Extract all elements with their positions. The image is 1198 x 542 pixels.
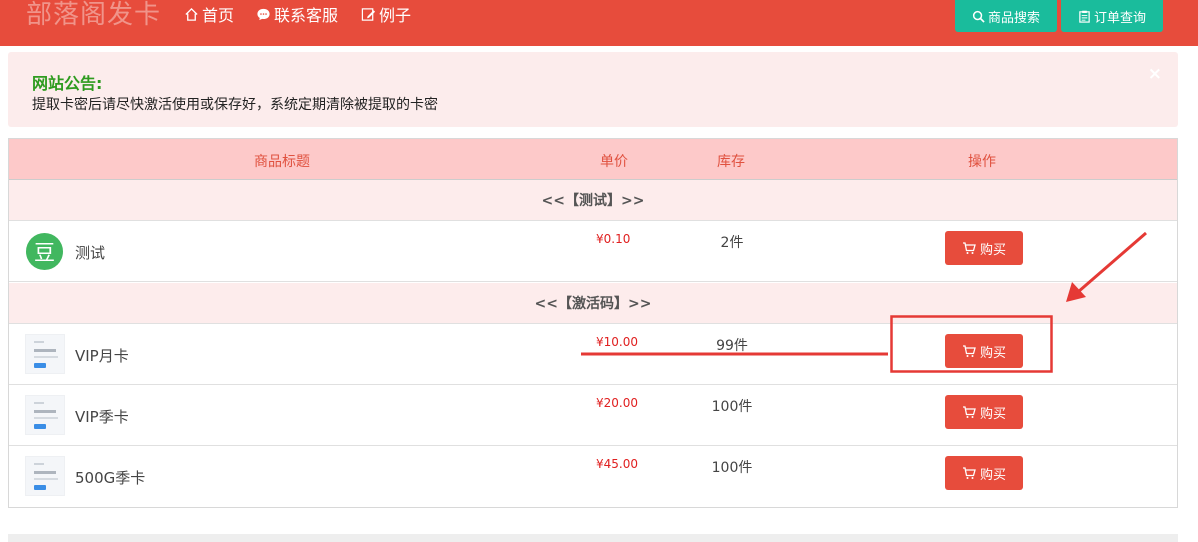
product-table: 商品标题 单价 库存 操作 <<【测试】>> 豆 测试 ¥0.10 2件 购买 … — [8, 138, 1178, 508]
product-name[interactable]: VIP季卡 — [75, 406, 129, 427]
nav-contact-link[interactable]: 联系客服 — [256, 3, 338, 25]
product-thumbnail — [25, 395, 65, 435]
edit-icon — [361, 7, 376, 21]
announcement-panel: 网站公告: 提取卡密后请尽快激活使用或保存好，系统定期清除被提取的卡密 × — [8, 52, 1178, 127]
header-price: 单价 — [600, 154, 628, 170]
product-price: ¥45.00 — [596, 457, 638, 471]
douban-icon: 豆 — [26, 233, 63, 270]
table-row: VIP月卡 ¥10.00 99件 购买 — [9, 324, 1177, 385]
buy-button[interactable]: 购买 — [945, 395, 1023, 429]
clipboard-icon — [1079, 10, 1090, 23]
product-stock: 100件 — [711, 460, 753, 476]
top-navbar: 部落阁发卡 首页 联系客服 例子 商品搜索 订单查询 — [0, 0, 1198, 46]
nav-example-link[interactable]: 例子 — [361, 3, 411, 25]
product-name[interactable]: 500G季卡 — [75, 467, 145, 488]
group-row-activation-code: <<【激活码】>> — [9, 283, 1177, 324]
buy-label: 购买 — [979, 242, 1006, 258]
chat-icon — [257, 8, 270, 20]
product-name[interactable]: 测试 — [75, 242, 105, 263]
product-stock: 2件 — [720, 235, 744, 251]
product-price: ¥0.10 — [596, 232, 631, 246]
home-icon — [185, 7, 198, 21]
footer-panel — [8, 534, 1178, 542]
buy-button[interactable]: 购买 — [945, 334, 1023, 368]
product-search-label: 商品搜索 — [987, 10, 1040, 26]
buy-label: 购买 — [979, 406, 1006, 422]
nav-contact-label: 联系客服 — [274, 6, 339, 25]
product-price: ¥20.00 — [596, 396, 638, 410]
cart-icon — [962, 467, 976, 479]
nav-home-link[interactable]: 首页 — [184, 3, 234, 25]
product-thumbnail — [25, 456, 65, 496]
table-row: VIP季卡 ¥20.00 100件 购买 — [9, 385, 1177, 446]
nav-home-label: 首页 — [202, 6, 235, 25]
group-row-test: <<【测试】>> — [9, 180, 1177, 221]
product-stock: 100件 — [711, 399, 753, 415]
announcement-text: 提取卡密后请尽快激活使用或保存好，系统定期清除被提取的卡密 — [32, 97, 438, 113]
nav-example-label: 例子 — [379, 6, 412, 25]
cart-icon — [962, 406, 976, 418]
search-icon — [972, 10, 985, 23]
cart-icon — [962, 242, 976, 254]
site-brand[interactable]: 部落阁发卡 — [26, 0, 161, 31]
announcement-title: 网站公告: — [32, 74, 103, 93]
table-row: 500G季卡 ¥45.00 100件 购买 — [9, 446, 1177, 507]
product-search-button[interactable]: 商品搜索 — [955, 0, 1057, 32]
product-stock: 99件 — [716, 338, 748, 354]
product-price: ¥10.00 — [596, 335, 638, 349]
order-query-button[interactable]: 订单查询 — [1061, 0, 1163, 32]
header-stock: 库存 — [717, 154, 745, 170]
header-title: 商品标题 — [254, 154, 310, 170]
buy-button[interactable]: 购买 — [945, 231, 1023, 265]
buy-label: 购买 — [979, 467, 1006, 483]
cart-icon — [962, 345, 976, 357]
order-query-label: 订单查询 — [1093, 10, 1146, 26]
table-header: 商品标题 单价 库存 操作 — [9, 139, 1177, 180]
table-row: 豆 测试 ¥0.10 2件 购买 — [9, 221, 1177, 282]
header-action: 操作 — [968, 154, 996, 170]
product-name[interactable]: VIP月卡 — [75, 345, 129, 366]
buy-label: 购买 — [979, 345, 1006, 361]
buy-button[interactable]: 购买 — [945, 456, 1023, 490]
close-icon[interactable]: × — [1148, 64, 1162, 84]
product-thumbnail — [25, 334, 65, 374]
